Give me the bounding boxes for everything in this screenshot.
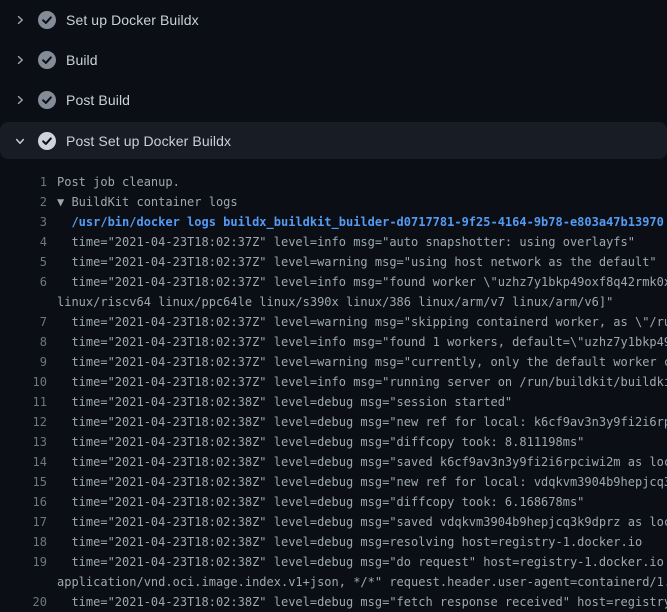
log-row: 18 time="2021-04-23T18:02:38Z" level=deb…	[0, 532, 667, 552]
log-row: 7 time="2021-04-23T18:02:37Z" level=warn…	[0, 312, 667, 332]
step-row-post-build[interactable]: Post Build	[0, 80, 667, 120]
log-row: 12 time="2021-04-23T18:02:38Z" level=deb…	[0, 412, 667, 432]
log-line-number	[0, 292, 47, 312]
log-row: 13 time="2021-04-23T18:02:38Z" level=deb…	[0, 432, 667, 452]
log-line-number[interactable]: 4	[0, 232, 47, 252]
log-line-number[interactable]: 14	[0, 452, 47, 472]
log-line-text: application/vnd.oci.image.index.v1+json,…	[57, 572, 667, 592]
step-row-post-set-up-docker-buildx[interactable]: Post Set up Docker Buildx	[0, 122, 667, 159]
chevron-right-icon	[12, 12, 28, 28]
log-line-text: time="2021-04-23T18:02:38Z" level=debug …	[57, 592, 667, 612]
log-line-number[interactable]: 15	[0, 472, 47, 492]
log-line-number[interactable]: 17	[0, 512, 47, 532]
log-line-number[interactable]: 9	[0, 352, 47, 372]
log-line-text: time="2021-04-23T18:02:37Z" level=info m…	[57, 272, 667, 292]
log-row: 20 time="2021-04-23T18:02:38Z" level=deb…	[0, 592, 667, 612]
log-row: 3 /usr/bin/docker logs buildx_buildkit_b…	[0, 212, 667, 232]
log-line-text: time="2021-04-23T18:02:37Z" level=info m…	[57, 372, 667, 392]
log-row: 17 time="2021-04-23T18:02:38Z" level=deb…	[0, 512, 667, 532]
log-row: 15 time="2021-04-23T18:02:38Z" level=deb…	[0, 472, 667, 492]
log-line-number[interactable]: 18	[0, 532, 47, 552]
log-line-number	[0, 572, 47, 592]
log-row: 19 time="2021-04-23T18:02:38Z" level=deb…	[0, 552, 667, 572]
log-line-number[interactable]: 20	[0, 592, 47, 612]
step-row-build[interactable]: Build	[0, 40, 667, 80]
log-line-number[interactable]: 13	[0, 432, 47, 452]
log-line-text: linux/riscv64 linux/ppc64le linux/s390x …	[57, 292, 613, 312]
step-label: Build	[66, 52, 98, 68]
log-row: 4 time="2021-04-23T18:02:37Z" level=info…	[0, 232, 667, 252]
log-line-text: time="2021-04-23T18:02:38Z" level=debug …	[57, 392, 512, 412]
chevron-right-icon	[12, 92, 28, 108]
log-line-number[interactable]: 10	[0, 372, 47, 392]
steps-list: Set up Docker Buildx Build Post Build Post …	[0, 0, 667, 159]
log-row: 11 time="2021-04-23T18:02:38Z" level=deb…	[0, 392, 667, 412]
log-line-text: time="2021-04-23T18:02:37Z" level=warnin…	[57, 312, 667, 332]
log-line-number[interactable]: 16	[0, 492, 47, 512]
log-line-text: Post job cleanup.	[57, 172, 180, 192]
actions-log-viewer: Set up Docker Buildx Build Post Build Post …	[0, 0, 667, 612]
log-row: 8 time="2021-04-23T18:02:37Z" level=info…	[0, 332, 667, 352]
log-row: 9 time="2021-04-23T18:02:37Z" level=warn…	[0, 352, 667, 372]
log-line-number[interactable]: 7	[0, 312, 47, 332]
log-row: linux/riscv64 linux/ppc64le linux/s390x …	[0, 292, 667, 312]
log-row: 16 time="2021-04-23T18:02:38Z" level=deb…	[0, 492, 667, 512]
step-label: Post Build	[66, 92, 130, 108]
log-row: 6 time="2021-04-23T18:02:37Z" level=info…	[0, 272, 667, 292]
chevron-right-icon	[12, 52, 28, 68]
status-success-icon	[38, 11, 56, 29]
step-row-set-up-docker-buildx[interactable]: Set up Docker Buildx	[0, 0, 667, 40]
log-line-number[interactable]: 3	[0, 212, 47, 232]
log-line-number[interactable]: 11	[0, 392, 47, 412]
log-line-text: time="2021-04-23T18:02:38Z" level=debug …	[57, 492, 584, 512]
log-line-text: time="2021-04-23T18:02:37Z" level=warnin…	[57, 252, 657, 272]
log-line-number[interactable]: 6	[0, 272, 47, 292]
log-line-text: ▼ BuildKit container logs	[57, 192, 238, 212]
log-row: 10 time="2021-04-23T18:02:37Z" level=inf…	[0, 372, 667, 392]
log-lines: 1 Post job cleanup. 2 ▼ BuildKit container …	[0, 160, 667, 612]
log-group-expander-icon[interactable]: ▼	[57, 195, 71, 209]
log-row: application/vnd.oci.image.index.v1+json,…	[0, 572, 667, 592]
status-success-icon	[38, 132, 56, 150]
step-label: Set up Docker Buildx	[66, 12, 199, 28]
log-line-number[interactable]: 2	[0, 192, 47, 212]
log-line-number[interactable]: 8	[0, 332, 47, 352]
log-line-text: time="2021-04-23T18:02:38Z" level=debug …	[57, 412, 667, 432]
log-row: 14 time="2021-04-23T18:02:38Z" level=deb…	[0, 452, 667, 472]
status-success-icon	[38, 91, 56, 109]
log-line-number[interactable]: 1	[0, 172, 47, 192]
log-line-number[interactable]: 12	[0, 412, 47, 432]
log-row: 2 ▼ BuildKit container logs	[0, 192, 667, 212]
log-row: 5 time="2021-04-23T18:02:37Z" level=warn…	[0, 252, 667, 272]
log-line-number[interactable]: 5	[0, 252, 47, 272]
log-line-text: time="2021-04-23T18:02:38Z" level=debug …	[57, 452, 667, 472]
log-line-text: time="2021-04-23T18:02:38Z" level=debug …	[57, 552, 667, 572]
log-line-text: time="2021-04-23T18:02:38Z" level=debug …	[57, 532, 642, 552]
log-line-text: time="2021-04-23T18:02:37Z" level=info m…	[57, 332, 667, 352]
log-line-text: time="2021-04-23T18:02:38Z" level=debug …	[57, 432, 584, 452]
log-line-text: time="2021-04-23T18:02:38Z" level=debug …	[57, 472, 667, 492]
log-line-number[interactable]: 19	[0, 552, 47, 572]
log-command-text: /usr/bin/docker logs buildx_buildkit_bui…	[57, 212, 664, 232]
step-label: Post Set up Docker Buildx	[66, 133, 231, 149]
log-row: 1 Post job cleanup.	[0, 172, 667, 192]
log-line-text: time="2021-04-23T18:02:38Z" level=debug …	[57, 512, 667, 532]
log-line-text: time="2021-04-23T18:02:37Z" level=info m…	[57, 232, 635, 252]
status-success-icon	[38, 51, 56, 69]
chevron-down-icon	[12, 133, 28, 149]
log-line-text: time="2021-04-23T18:02:37Z" level=warnin…	[57, 352, 667, 372]
